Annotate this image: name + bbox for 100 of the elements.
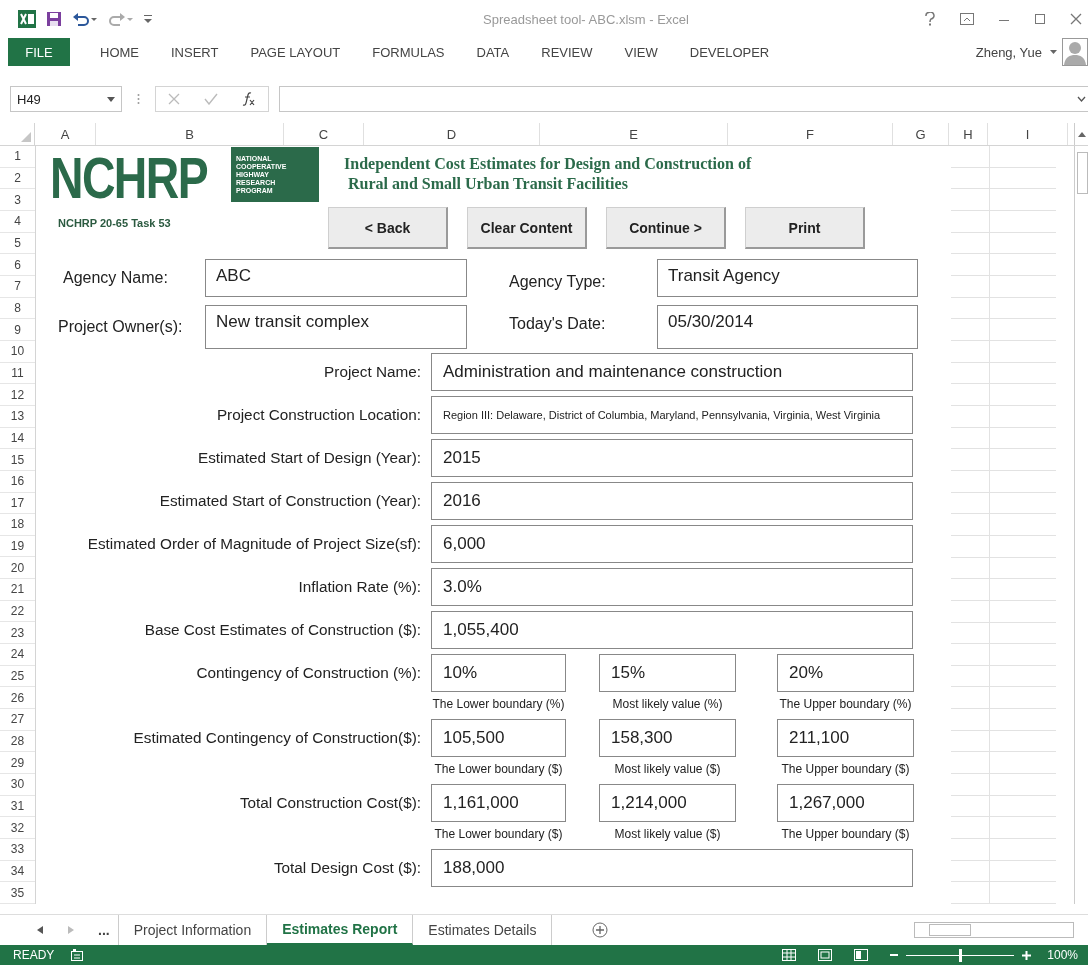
row-header[interactable]: 13	[0, 405, 35, 428]
text-field[interactable]: 1,267,000	[777, 784, 914, 822]
save-icon[interactable]	[46, 11, 62, 27]
row-header[interactable]: 2	[0, 167, 35, 190]
row-header[interactable]: 10	[0, 340, 35, 363]
ribbon-tab[interactable]: VIEW	[624, 44, 658, 60]
undo-icon[interactable]	[72, 11, 98, 27]
row-header[interactable]: 32	[0, 817, 35, 839]
formula-input[interactable]	[279, 86, 1088, 112]
text-field[interactable]: 105,500	[431, 719, 566, 757]
row-header[interactable]: 26	[0, 687, 35, 710]
row-header[interactable]: 19	[0, 535, 35, 558]
ribbon-tab[interactable]: HOME	[100, 44, 139, 60]
row-header[interactable]: 7	[0, 275, 35, 298]
column-header[interactable]: D	[364, 123, 540, 145]
zoom-level[interactable]: 100%	[1047, 948, 1078, 962]
text-field[interactable]: 211,100	[777, 719, 914, 757]
expand-icon[interactable]	[1077, 96, 1086, 102]
text-field[interactable]: 1,055,400	[431, 611, 913, 649]
text-field[interactable]: 20%	[777, 654, 914, 692]
row-header[interactable]: 28	[0, 730, 35, 753]
row-header[interactable]: 4	[0, 210, 35, 233]
row-header[interactable]: 21	[0, 579, 35, 601]
previous-sheet-icon[interactable]	[37, 926, 43, 934]
row-header[interactable]: 27	[0, 709, 35, 731]
ribbon-tab[interactable]: INSERT	[171, 44, 219, 60]
row-header[interactable]: 8	[0, 297, 35, 320]
text-field[interactable]: 188,000	[431, 849, 913, 887]
scroll-up-icon[interactable]	[1077, 131, 1086, 137]
ribbon-tab[interactable]: DATA	[476, 44, 510, 60]
text-field[interactable]: ABC	[205, 259, 467, 297]
maximize-icon[interactable]	[1034, 13, 1046, 25]
row-header[interactable]: 35	[0, 882, 35, 904]
row-header[interactable]: 17	[0, 492, 35, 515]
text-field[interactable]: 2016	[431, 482, 913, 520]
function-icon[interactable]	[242, 92, 256, 106]
row-header[interactable]: 33	[0, 839, 35, 861]
row-header[interactable]: 5	[0, 232, 35, 255]
page-break-icon[interactable]	[854, 949, 869, 961]
help-icon[interactable]	[924, 12, 936, 26]
row-header[interactable]: 11	[0, 362, 35, 385]
column-header[interactable]: F	[728, 123, 893, 145]
form-button[interactable]: Continue >	[606, 207, 726, 249]
row-header[interactable]: 14	[0, 427, 35, 450]
sheet-tab[interactable]: Estimates Report	[267, 915, 414, 945]
form-button[interactable]: Print	[745, 207, 865, 249]
row-header[interactable]: 22	[0, 600, 35, 623]
text-field[interactable]: Administration and maintenance construction	[431, 353, 913, 391]
form-button[interactable]: Clear Content	[467, 207, 587, 249]
text-field[interactable]: 6,000	[431, 525, 913, 563]
row-header[interactable]: 1	[0, 146, 35, 168]
row-header[interactable]: 6	[0, 254, 35, 276]
column-header[interactable]: I	[988, 123, 1068, 145]
row-header[interactable]: 20	[0, 557, 35, 580]
name-box[interactable]: H49	[10, 86, 122, 112]
column-header[interactable]: G	[893, 123, 949, 145]
text-field[interactable]: 2015	[431, 439, 913, 477]
row-header[interactable]: 9	[0, 319, 35, 341]
text-field[interactable]: New transit complex	[205, 305, 467, 349]
ribbon-tab[interactable]: FORMULAS	[372, 44, 445, 60]
row-header[interactable]: 12	[0, 384, 35, 406]
column-header[interactable]: C	[284, 123, 364, 145]
row-header[interactable]: 15	[0, 449, 35, 471]
row-header[interactable]: 25	[0, 665, 35, 688]
text-field[interactable]: 1,161,000	[431, 784, 566, 822]
check-icon[interactable]	[204, 93, 218, 105]
row-header[interactable]: 30	[0, 774, 35, 796]
text-field[interactable]: 15%	[599, 654, 736, 692]
row-header[interactable]: 34	[0, 860, 35, 883]
horizontal-scrollbar[interactable]	[914, 922, 1074, 938]
row-header[interactable]: 18	[0, 514, 35, 536]
page-layout-icon[interactable]	[818, 949, 833, 961]
text-field[interactable]: 10%	[431, 654, 566, 692]
user-avatar-icon[interactable]	[1062, 38, 1088, 66]
text-field[interactable]: 158,300	[599, 719, 736, 757]
row-header[interactable]: 24	[0, 644, 35, 666]
row-header[interactable]: 29	[0, 752, 35, 775]
column-header[interactable]: A	[35, 123, 96, 145]
zoom-in-icon[interactable]	[1022, 950, 1032, 960]
text-field[interactable]: Transit Agency	[657, 259, 918, 297]
text-field[interactable]: 3.0%	[431, 568, 913, 606]
text-field[interactable]: 1,214,000	[599, 784, 736, 822]
scrollbar-thumb[interactable]	[1077, 152, 1088, 194]
form-button[interactable]: < Back	[328, 207, 448, 249]
ribbon-tab[interactable]: DEVELOPER	[689, 44, 770, 60]
row-header[interactable]: 3	[0, 189, 35, 211]
file-tab[interactable]: FILE	[8, 38, 70, 66]
text-field[interactable]: Region III: Delaware, District of Columbia, Maryland, Pennsylvania, Virginia, West Virginia	[431, 396, 913, 434]
row-header[interactable]: 16	[0, 470, 35, 493]
caret-icon[interactable]	[1050, 50, 1057, 54]
normal-view-icon[interactable]	[782, 949, 797, 961]
ribbon-tab[interactable]: PAGE LAYOUT	[250, 44, 341, 60]
column-header[interactable]: B	[96, 123, 284, 145]
close-icon[interactable]	[1070, 13, 1082, 25]
user-name[interactable]: Zheng, Yue	[975, 44, 1042, 60]
macro-record-icon[interactable]	[71, 949, 84, 961]
add-sheet-icon[interactable]	[592, 922, 609, 938]
ribbon-tab[interactable]: REVIEW	[541, 44, 593, 60]
row-header[interactable]: 23	[0, 622, 35, 645]
zoom-slider-thumb[interactable]	[959, 948, 963, 962]
